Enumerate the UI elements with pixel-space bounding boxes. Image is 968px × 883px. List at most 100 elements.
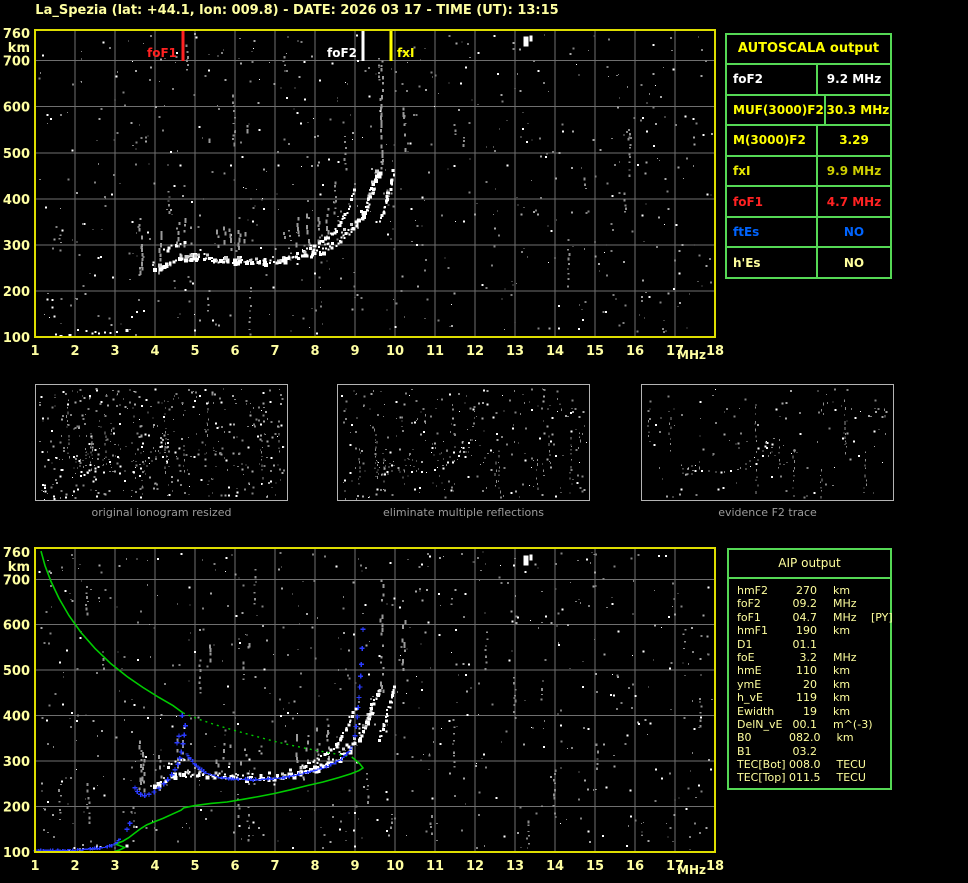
- aip-label: foF1: [737, 610, 761, 624]
- thumbnail-eliminate-reflections: [337, 384, 590, 501]
- aip-label: B0: [737, 731, 752, 745]
- aip-extra: [871, 664, 890, 677]
- aip-extra: [871, 638, 890, 651]
- autoscala-row-hes: h'Es NO: [727, 246, 890, 278]
- autoscala-param-label: foF2: [733, 72, 764, 87]
- aip-row-hme: hmE 110 km: [737, 664, 890, 677]
- x-tick-label: 18: [706, 859, 724, 874]
- autoscala-output-table: AUTOSCALA output foF2 9.2 MHz MUF(3000)F2 3…: [725, 33, 892, 279]
- aip-label: h_vE: [737, 691, 763, 705]
- x-tick-label: 6: [230, 344, 239, 359]
- aip-extra: [871, 745, 890, 758]
- x-tick-label: 5: [190, 344, 199, 359]
- autoscala-param-label: foF1: [733, 194, 764, 209]
- y-tick-label: 400: [3, 710, 30, 725]
- aip-row-delnve: DelN_vE 00.1 m^(-3): [737, 718, 890, 731]
- y-tick-label: 760: [3, 546, 30, 561]
- aip-unit: km: [833, 664, 851, 678]
- marker-fof2-label: foF2: [327, 46, 357, 60]
- aip-label: B1: [737, 744, 752, 758]
- aip-unit: [833, 745, 871, 758]
- marker-fxi-bar: [389, 31, 393, 61]
- aip-value: 03.2: [792, 744, 818, 758]
- aip-unit: km: [833, 677, 851, 691]
- aip-extra: [875, 731, 891, 744]
- thumbnail-evidence-f2-trace: [641, 384, 894, 501]
- x-tick-label: 10: [386, 344, 404, 359]
- aip-extra: [871, 705, 890, 718]
- aip-label: hmF2: [737, 584, 769, 597]
- y-tick-label: 300: [3, 239, 30, 254]
- autoscala-param-value: NO: [816, 217, 890, 247]
- aip-value: 270: [796, 584, 817, 597]
- y-tick-label: 600: [3, 101, 30, 116]
- aip-row-hmf2: hmF2 270 km: [737, 584, 890, 597]
- x-tick-label: 12: [466, 859, 484, 874]
- aip-label: hmE: [737, 664, 762, 678]
- aip-table-body: hmF2 270 km foF2 09.2 MHz foF1 04.7 MHz [PY] hmF1 1…: [729, 579, 893, 788]
- aip-label: DelN_vE: [737, 717, 783, 731]
- aip-value: 3.2: [799, 650, 818, 664]
- x-tick-label: 11: [426, 344, 444, 359]
- x-tick-label: 11: [426, 859, 444, 874]
- y-tick-label: 200: [3, 285, 30, 300]
- aip-row-hve: h_vE 119 km: [737, 691, 890, 704]
- aip-unit: MHz: [833, 610, 857, 624]
- aip-value: 008.0: [789, 758, 821, 772]
- aip-label: D1: [737, 637, 753, 651]
- aip-extra: [871, 678, 890, 691]
- autoscala-param-value: NO: [816, 248, 890, 278]
- x-tick-label: 5: [190, 859, 199, 874]
- aip-value: 20: [803, 677, 817, 691]
- thumbnail-label-eliminate: eliminate multiple reflections: [383, 506, 544, 519]
- aip-value: 119: [796, 691, 817, 705]
- y-tick-label: 100: [3, 331, 30, 346]
- autoscala-row-fxi: fxI 9.9 MHz: [727, 154, 890, 186]
- x-tick-label: 3: [110, 859, 119, 874]
- autoscala-param-value: 9.2 MHz: [816, 65, 890, 94]
- aip-unit: km: [833, 584, 851, 597]
- y-tick-label: 300: [3, 755, 30, 770]
- x-tick-label: 8: [310, 344, 319, 359]
- aip-label: hmF1: [737, 624, 769, 638]
- aip-unit: TECU: [836, 771, 866, 785]
- aip-value: 110: [796, 664, 817, 678]
- aip-row-d1: D1 01.1: [737, 638, 890, 651]
- x-axis-unit: MHz: [677, 863, 706, 877]
- autoscala-row-ftes: ftEs NO: [727, 215, 890, 247]
- marker-fof2-bar: [361, 31, 365, 61]
- aip-extra: [PY]: [871, 610, 893, 624]
- marker-fxi-label: fxI: [397, 46, 414, 60]
- thumbnail-label-evidence: evidence F2 trace: [718, 506, 817, 519]
- aip-label: TEC[Bot]: [737, 758, 786, 772]
- aip-row-tectop: TEC[Top] 011.5 TECU: [737, 771, 890, 784]
- aip-extra: [871, 584, 890, 597]
- autoscala-param-label: M(3000)F2: [733, 133, 806, 148]
- aip-unit: km: [833, 704, 851, 718]
- y-tick-label: 600: [3, 619, 30, 634]
- x-tick-label: 9: [350, 344, 359, 359]
- aip-value: 01.1: [792, 637, 818, 651]
- aip-row-tecbot: TEC[Bot] 008.0 TECU: [737, 758, 890, 771]
- aip-row-fof2: foF2 09.2 MHz: [737, 597, 890, 610]
- aip-value: 19: [803, 704, 817, 718]
- aip-label: Ewidth: [737, 704, 775, 718]
- aip-extra: [871, 691, 890, 704]
- aip-ionogram-chart: 760700600500400300200100km1 2 3 4 5 6 7 8 9 10 11 1…: [3, 546, 724, 877]
- x-tick-label: 2: [70, 344, 79, 359]
- autoscala-param-label: h'Es: [733, 255, 761, 270]
- x-tick-label: 1: [30, 859, 39, 874]
- aip-extra: [872, 718, 890, 731]
- x-tick-label: 2: [70, 859, 79, 874]
- thumbnail-label-original: original ionogram resized: [91, 506, 232, 519]
- thumbnail-original-ionogram: [35, 384, 288, 501]
- aip-unit: km: [833, 624, 851, 638]
- y-tick-label: 500: [3, 664, 30, 679]
- x-tick-label: 10: [386, 859, 404, 874]
- x-axis-unit: MHz: [677, 348, 706, 362]
- aip-row-ewidth: Ewidth 19 km: [737, 705, 890, 718]
- aip-label: TEC[Top]: [737, 771, 786, 785]
- aip-extra: [871, 597, 890, 610]
- autoscala-param-value: 9.9 MHz: [816, 156, 890, 186]
- x-tick-label: 4: [150, 344, 159, 359]
